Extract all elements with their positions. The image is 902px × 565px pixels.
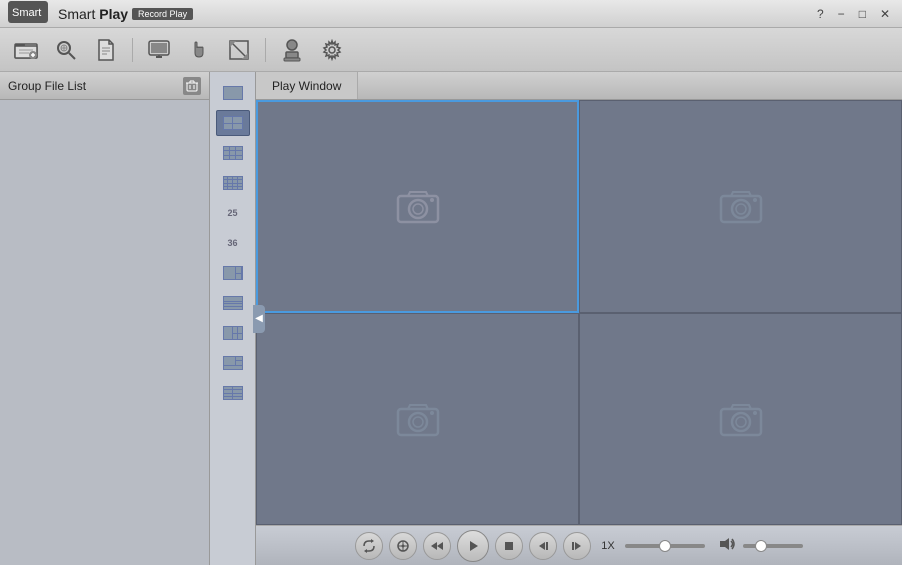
camera-icon-3 [393,397,443,441]
app-title: Smart Smart Play Record Play [8,1,193,26]
layout-file-btn[interactable] [216,380,250,406]
volume-section [719,536,803,555]
grid-cell-4[interactable] [579,313,902,526]
play-grid [256,100,902,525]
app-logo: Smart [8,1,48,26]
search-btn[interactable] [48,33,84,67]
speed-label: 1X [597,540,618,552]
layout-16-btn[interactable] [216,170,250,196]
play-area: Play Window [256,72,902,565]
grid-cell-1[interactable] [256,100,579,313]
title-controls: ? − □ ✕ [813,6,894,22]
sidebar: Group File List [0,72,210,565]
monitor-btn[interactable] [141,33,177,67]
play-btn[interactable] [457,530,489,562]
layout-36-btn[interactable]: 36 [216,230,250,256]
resize-btn[interactable] [221,33,257,67]
help-button[interactable]: ? [813,6,828,22]
camera-icon-2 [716,184,766,228]
stamp-btn[interactable] [274,33,310,67]
close-button[interactable]: ✕ [876,6,894,22]
layout-special3-btn[interactable] [216,320,250,346]
volume-slider[interactable] [743,544,803,548]
grid-cell-2[interactable] [579,100,902,313]
minimize-button[interactable]: − [834,6,849,22]
layout-1-btn[interactable] [216,80,250,106]
toolbar-separator-2 [265,38,266,62]
layout-25-btn[interactable]: 25 [216,200,250,226]
camera-icon-4 [716,397,766,441]
open-file-btn[interactable] [8,33,44,67]
main-content: Group File List [0,72,902,565]
toolbar-separator-1 [132,38,133,62]
layout-special2-btn[interactable] [216,290,250,316]
file-list-content [0,100,209,565]
document-btn[interactable] [88,33,124,67]
toolbar [0,28,902,72]
file-list-header: Group File List [0,72,209,100]
play-tab: Play Window [256,72,902,100]
play-window-tab[interactable]: Play Window [256,72,358,99]
svg-text:Smart: Smart [12,7,41,19]
collapse-panel-btn[interactable]: ◀ [253,305,265,333]
loop-btn[interactable] [355,532,383,560]
layout-9-btn[interactable] [216,140,250,166]
layout-4-btn[interactable] [216,110,250,136]
restore-button[interactable]: □ [855,6,870,22]
prev-frame-btn[interactable] [529,532,557,560]
file-list-delete-btn[interactable] [183,77,201,95]
next-frame-btn[interactable] [563,532,591,560]
app-title-text: Smart Play [58,6,128,22]
progress-slider[interactable] [625,544,705,548]
layout-special4-btn[interactable] [216,350,250,376]
snapshot-btn[interactable] [389,532,417,560]
layout-panel: 25 36 [210,72,256,565]
file-list-title: Group File List [8,79,86,93]
hand-btn[interactable] [181,33,217,67]
layout-special1-btn[interactable] [216,260,250,286]
playback-bar: 1X [256,525,902,565]
record-play-badge: Record Play [132,8,193,20]
rewind-btn[interactable] [423,532,451,560]
volume-icon [719,536,737,555]
settings-btn[interactable] [314,33,350,67]
title-bar: Smart Smart Play Record Play ? − □ ✕ [0,0,902,28]
grid-cell-3[interactable] [256,313,579,526]
stop-btn[interactable] [495,532,523,560]
camera-icon-1 [393,184,443,228]
